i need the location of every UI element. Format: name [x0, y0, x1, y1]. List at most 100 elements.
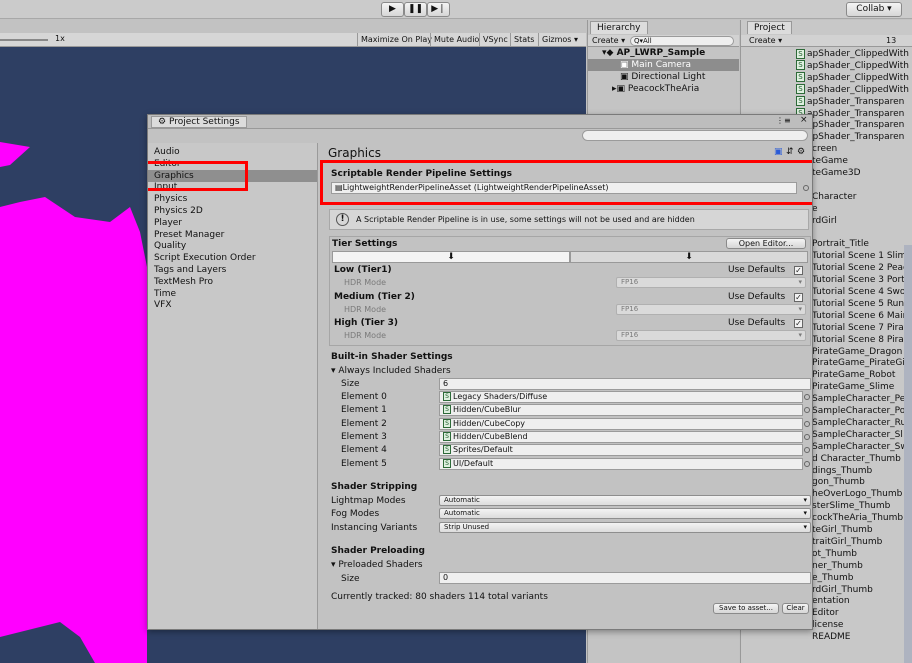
settings-category-time[interactable]: Time: [148, 288, 317, 300]
stats-button[interactable]: Stats: [510, 33, 537, 46]
clear-button[interactable]: Clear: [782, 603, 809, 614]
create-button[interactable]: Create ▾: [749, 36, 782, 45]
hierarchy-item-directional-light[interactable]: ▣ Directional Light: [588, 71, 739, 83]
menu-icon[interactable]: ⋮≡: [776, 116, 791, 125]
project-asset-item[interactable]: Tutorial Scene 3 Port: [812, 274, 905, 286]
project-asset-item[interactable]: SapShader_ClippedWith: [796, 48, 909, 60]
tab-hierarchy[interactable]: Hierarchy: [590, 21, 648, 34]
settings-gear-icon[interactable]: ⚙: [797, 147, 805, 157]
project-asset-item[interactable]: Tutorial Scene 4 Swo: [812, 286, 905, 298]
tier-tab-android[interactable]: ⬇: [570, 251, 808, 263]
close-icon[interactable]: ×: [800, 115, 808, 125]
project-asset-item[interactable]: SapShader_ClippedWith: [796, 84, 909, 96]
project-asset-item[interactable]: SapShader_Transparen: [796, 96, 904, 108]
hdr-mode-dropdown[interactable]: FP16: [616, 303, 806, 315]
maximize-on-play-button[interactable]: Maximize On Play: [357, 33, 435, 46]
project-asset-item[interactable]: license: [812, 619, 843, 631]
project-asset-item[interactable]: dings_Thumb: [812, 465, 872, 477]
stripping-dropdown[interactable]: Strip Unused: [439, 521, 811, 533]
project-asset-item[interactable]: SampleCharacter_Po: [812, 405, 905, 417]
project-asset-item[interactable]: PirateGame_PirateGi: [812, 357, 905, 369]
object-picker-icon[interactable]: [804, 420, 810, 427]
project-asset-item[interactable]: PirateGame_Slime: [812, 381, 894, 393]
project-asset-item[interactable]: rdGirl_Thumb: [812, 584, 873, 596]
always-included-foldout[interactable]: ▾ Always Included Shaders: [331, 366, 451, 376]
tab-project[interactable]: Project: [747, 21, 792, 34]
open-editor-button[interactable]: Open Editor...: [726, 238, 806, 249]
save-to-asset-button[interactable]: Save to asset...: [713, 603, 779, 614]
preloaded-shaders-foldout[interactable]: ▾ Preloaded Shaders: [331, 560, 423, 570]
object-picker-icon[interactable]: [804, 394, 810, 400]
project-asset-item[interactable]: Editor: [812, 607, 839, 619]
pause-icon[interactable]: ❚❚: [404, 2, 427, 17]
gizmos-button[interactable]: Gizmos ▾: [538, 33, 581, 46]
project-asset-item[interactable]: SapShader_ClippedWith: [796, 72, 909, 84]
project-asset-item[interactable]: creen: [812, 143, 837, 155]
window-title-bar[interactable]: ⚙ Project Settings ⋮≡ ×: [148, 115, 812, 129]
use-defaults-checkbox[interactable]: ✓: [794, 319, 803, 328]
object-picker-icon[interactable]: [804, 447, 810, 454]
project-asset-item[interactable]: gon_Thumb: [812, 476, 865, 488]
project-asset-item[interactable]: Tutorial Scene 8 Pirat: [812, 334, 907, 346]
project-asset-item[interactable]: sterSlime_Thumb: [812, 500, 890, 512]
settings-category-vfx[interactable]: VFX: [148, 299, 317, 311]
scene-root-item[interactable]: ▾◆ AP_LWRP_Sample: [588, 47, 739, 59]
project-asset-item[interactable]: Tutorial Scene 7 Pirat: [812, 322, 907, 334]
project-asset-item[interactable]: teGame: [812, 155, 848, 167]
step-icon[interactable]: ▶❘: [427, 2, 450, 17]
project-asset-item[interactable]: e_Thumb: [812, 572, 853, 584]
project-asset-item[interactable]: teGame3D: [812, 167, 861, 179]
use-defaults-checkbox[interactable]: ✓: [794, 266, 803, 275]
collab-button[interactable]: Collab ▾: [846, 2, 902, 17]
stripping-dropdown[interactable]: Automatic: [439, 495, 811, 506]
project-asset-item[interactable]: Tutorial Scene 1 Slim: [812, 250, 906, 262]
project-asset-item[interactable]: Character: [812, 191, 856, 203]
hierarchy-item-main-camera[interactable]: ▣ Main Camera: [588, 59, 739, 71]
settings-category-physics-2d[interactable]: Physics 2D: [148, 205, 317, 217]
shader-element-field[interactable]: S Hidden/CubeBlur: [439, 404, 803, 417]
scale-slider[interactable]: [0, 39, 48, 41]
always-included-size-field[interactable]: 6: [439, 378, 811, 390]
project-asset-item[interactable]: README: [812, 631, 850, 643]
settings-category-preset-manager[interactable]: Preset Manager: [148, 229, 317, 241]
project-asset-item[interactable]: Tutorial Scene 6 Main: [812, 310, 908, 322]
settings-category-tags-and-layers[interactable]: Tags and Layers: [148, 264, 317, 276]
hdr-mode-dropdown[interactable]: FP16: [616, 277, 806, 288]
preloaded-size-field[interactable]: 0: [439, 572, 811, 584]
settings-category-script-execution-order[interactable]: Script Execution Order: [148, 252, 317, 264]
hdr-mode-dropdown[interactable]: FP16: [616, 330, 806, 341]
project-asset-item[interactable]: cockTheAria_Thumb: [812, 512, 903, 524]
project-asset-item[interactable]: Tutorial Scene 2 Peac: [812, 262, 908, 274]
settings-category-audio[interactable]: Audio: [148, 146, 317, 158]
project-asset-item[interactable]: Portrait_Title: [812, 238, 869, 250]
project-asset-item[interactable]: SampleCharacter_Sl: [812, 429, 903, 441]
project-asset-item[interactable]: d Character_Thumb: [812, 453, 901, 465]
tier-tab-standalone[interactable]: ⬇: [332, 251, 570, 263]
project-asset-item[interactable]: PirateGame_Dragon: [812, 346, 902, 358]
settings-category-textmesh-pro[interactable]: TextMesh Pro: [148, 276, 317, 288]
help-icon[interactable]: ▣: [774, 147, 783, 157]
object-picker-icon[interactable]: [804, 407, 810, 414]
hierarchy-search-input[interactable]: Q▾All: [630, 36, 734, 46]
project-asset-item[interactable]: ner_Thumb: [812, 560, 863, 572]
project-asset-item[interactable]: ot_Thumb: [812, 548, 857, 560]
play-icon[interactable]: ▶: [381, 2, 404, 17]
preset-icon[interactable]: ⇵: [786, 147, 794, 157]
shader-element-field[interactable]: S Hidden/CubeCopy: [439, 417, 803, 430]
settings-category-quality[interactable]: Quality: [148, 240, 317, 252]
project-asset-item[interactable]: SampleCharacter_Pe: [812, 393, 905, 405]
project-asset-item[interactable]: Tutorial Scene 5 Runn: [812, 298, 910, 310]
use-defaults-checkbox[interactable]: ✓: [794, 292, 803, 302]
project-asset-item[interactable]: rdGirl: [812, 215, 837, 227]
project-asset-item[interactable]: traitGirl_Thumb: [812, 536, 882, 548]
settings-category-player[interactable]: Player: [148, 217, 317, 229]
project-scrollbar[interactable]: [904, 245, 912, 663]
stripping-dropdown[interactable]: Automatic: [439, 508, 811, 520]
hierarchy-item-peacock[interactable]: ▸▣ PeacockTheAria: [588, 83, 739, 95]
window-tab[interactable]: ⚙ Project Settings: [151, 116, 247, 128]
mute-audio-button[interactable]: Mute Audio: [430, 33, 482, 46]
project-asset-item[interactable]: entation: [812, 595, 850, 607]
project-asset-item[interactable]: PirateGame_Robot: [812, 369, 895, 381]
settings-category-physics[interactable]: Physics: [148, 193, 317, 205]
shader-element-field[interactable]: S Sprites/Default: [439, 444, 803, 457]
